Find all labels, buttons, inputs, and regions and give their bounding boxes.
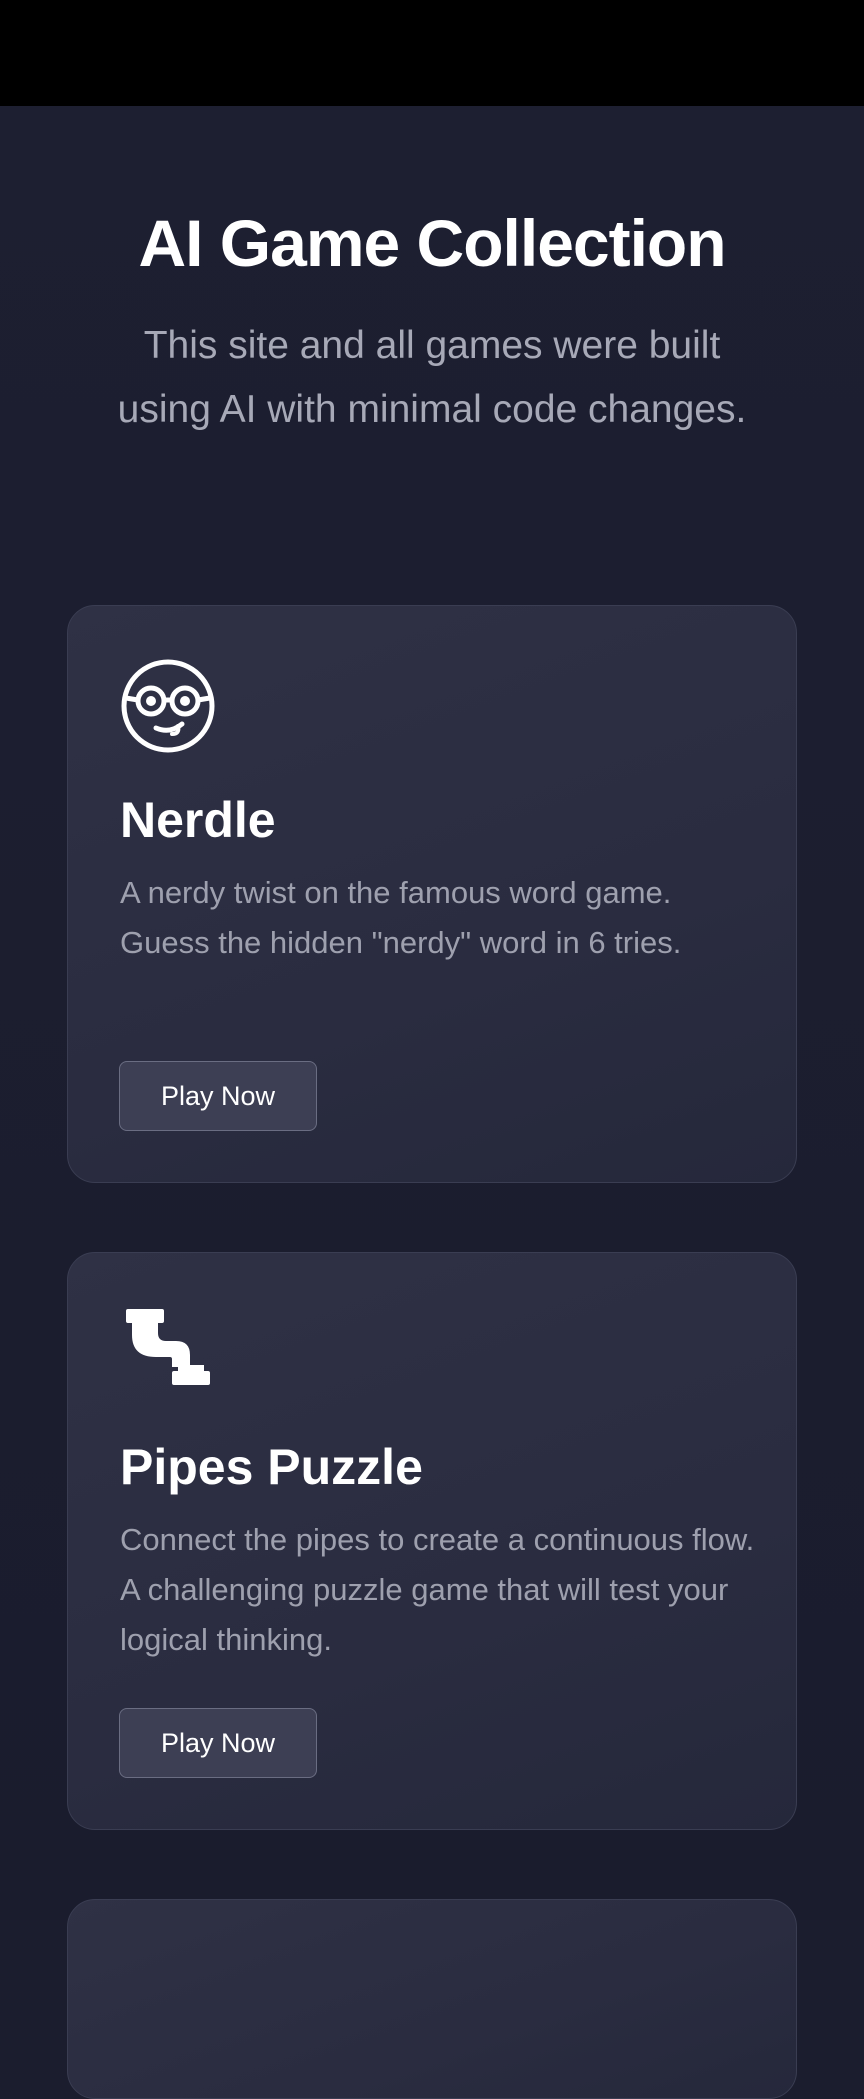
play-now-button[interactable]: Play Now — [119, 1708, 317, 1778]
game-card-partial — [67, 1899, 797, 2099]
page-content: AI Game Collection This site and all gam… — [0, 106, 864, 2099]
pipe-icon — [126, 1309, 210, 1385]
game-card-nerdle: Nerdle A nerdy twist on the famous word … — [67, 605, 797, 1183]
status-bar — [0, 0, 864, 106]
page-title: AI Game Collection — [138, 206, 726, 280]
game-description: A nerdy twist on the famous word game. G… — [120, 875, 682, 960]
nerd-face-icon — [121, 659, 215, 753]
play-now-button[interactable]: Play Now — [119, 1061, 317, 1131]
game-title: Pipes Puzzle — [120, 1439, 423, 1495]
game-title: Nerdle — [120, 792, 276, 848]
game-card-pipes-puzzle: Pipes Puzzle Connect the pipes to create… — [67, 1252, 797, 1830]
game-description: Connect the pipes to create a continuous… — [120, 1522, 755, 1657]
page-subtitle: This site and all games were built using… — [117, 324, 747, 431]
